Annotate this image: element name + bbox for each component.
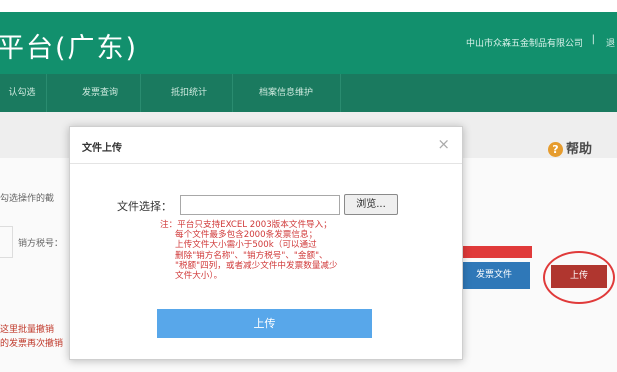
nav-item-invoice-query[interactable]: 发票查询	[60, 74, 140, 112]
main-nav: 认勾选 发票查询 抵扣统计 档案信息维护	[0, 74, 617, 112]
page-title: 平台(广东)	[0, 33, 139, 64]
annotation-circle	[543, 251, 615, 304]
note-line: 注：平台只支持EXCEL 2003版本文件导入；	[160, 220, 332, 230]
app-header: 平台(广东) 中山市众森五金制品有限公司 | 退	[0, 12, 617, 74]
file-path-input[interactable]	[180, 195, 340, 215]
company-name: 中山市众森五金制品有限公司	[465, 39, 583, 49]
batch-text-1: 这里批量撤销	[0, 325, 55, 335]
note-line: 删除"销方名称"、"销方税号"、"金额"、	[175, 250, 328, 261]
hint-text: 勾选操作的截	[0, 194, 55, 204]
select-box[interactable]	[0, 226, 13, 258]
nav-item-archive[interactable]: 档案信息维护	[238, 74, 334, 112]
file-upload-dialog: 文件上传 × 文件选择： 浏览... 注：平台只支持EXCEL 2003版本文件…	[69, 126, 463, 360]
note-line: 上传文件大小需小于500k（可以通过	[175, 240, 317, 251]
file-select-label: 文件选择：	[117, 200, 172, 213]
nav-divider	[340, 74, 341, 112]
header-separator: |	[591, 34, 595, 45]
note-line: "税额"四列，或者减少文件中发票数量减少	[175, 260, 338, 271]
close-icon[interactable]: ×	[437, 135, 450, 153]
logout-link[interactable]: 退	[606, 36, 615, 49]
note-line: 文件大小）。	[175, 271, 223, 282]
dialog-header: 文件上传 ×	[70, 127, 462, 164]
upload-button[interactable]: 上传	[157, 309, 372, 338]
browse-button[interactable]: 浏览...	[344, 194, 398, 215]
help-icon: ?	[548, 142, 563, 157]
batch-text-2: 的发票再次撤销	[0, 339, 64, 349]
seller-tax-label: 销方税号：	[18, 239, 64, 249]
dialog-title: 文件上传	[82, 143, 122, 154]
upload-note: 注：平台只支持EXCEL 2003版本文件导入； 每个文件最多包含2000条发票…	[160, 220, 338, 281]
nav-divider	[140, 74, 141, 112]
nav-divider	[46, 74, 47, 112]
nav-item-confirm[interactable]: 认勾选	[0, 74, 44, 112]
nav-item-deduction-stats[interactable]: 抵扣统计	[146, 74, 232, 112]
help-button[interactable]: ? 帮助	[548, 138, 592, 157]
help-label: 帮助	[566, 142, 593, 157]
nav-divider	[232, 74, 233, 112]
note-line: 每个文件最多包含2000条发票信息；	[175, 230, 318, 241]
